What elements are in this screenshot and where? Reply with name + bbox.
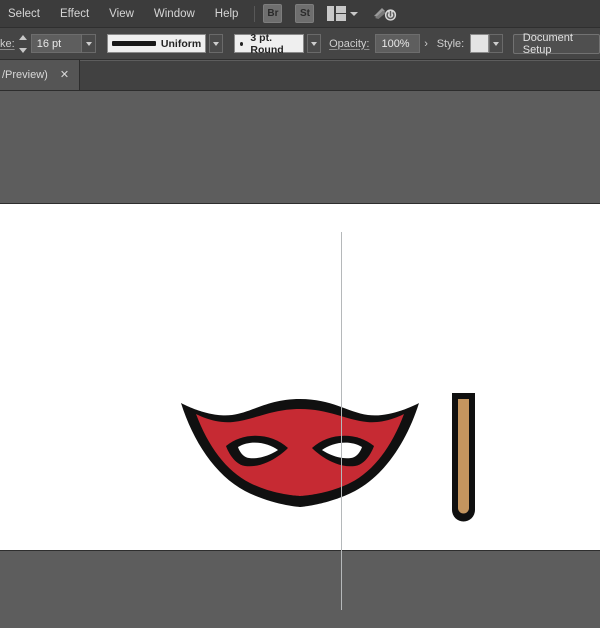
bridge-icon[interactable]: Br — [263, 4, 283, 23]
menu-divider — [254, 5, 256, 22]
stroke-weight-input[interactable]: 16 pt — [30, 34, 83, 53]
arrange-documents-icon[interactable] — [327, 6, 347, 21]
stroke-profile-label: Uniform — [160, 37, 202, 50]
document-workspace[interactable]: 软件自学网 WWW.RJZXW.COM — [0, 91, 600, 628]
illustrator-window: Select Effect View Window Help Br St ke: — [0, 0, 600, 628]
artboard-canvas[interactable] — [0, 203, 600, 551]
cloud-sync-power-icon[interactable] — [372, 4, 398, 24]
style-label: Style: — [436, 37, 465, 50]
opacity-label: Opacity: — [329, 37, 370, 50]
menu-bar: Select Effect View Window Help Br St — [0, 0, 600, 28]
opacity-input[interactable]: 100% — [375, 34, 421, 53]
stroke-profile-dropdown-icon[interactable] — [209, 34, 224, 53]
menu-item-select[interactable]: Select — [0, 0, 50, 28]
brush-definition-select[interactable]: 3 pt. Round — [234, 31, 304, 56]
menu-item-view[interactable]: View — [99, 0, 144, 28]
menu-item-effect[interactable]: Effect — [50, 0, 99, 28]
stroke-profile-select[interactable]: Uniform — [106, 34, 207, 53]
stroke-profile-preview — [111, 41, 156, 46]
menu-item-help[interactable]: Help — [205, 0, 249, 28]
document-tab-bar: /Preview) ✕ — [0, 60, 600, 91]
stroke-weight-label: ke: — [0, 37, 15, 50]
brush-definition-label: 3 pt. Round — [250, 31, 284, 56]
stroke-weight-dropdown-icon[interactable] — [82, 34, 97, 53]
menu-item-window[interactable]: Window — [144, 0, 205, 28]
document-tab-label: /Preview) — [2, 69, 48, 81]
close-icon[interactable]: ✕ — [60, 69, 69, 81]
brush-preview-dot — [240, 41, 244, 46]
chevron-down-icon[interactable] — [350, 11, 359, 16]
stroke-weight-stepper[interactable] — [19, 34, 28, 53]
graphic-style-swatch[interactable] — [470, 34, 489, 53]
document-setup-button[interactable]: Document Setup — [512, 32, 600, 56]
document-tab[interactable]: /Preview) ✕ — [0, 60, 81, 90]
stock-icon[interactable]: St — [295, 4, 315, 23]
opacity-arrow-right-icon[interactable]: › — [420, 34, 431, 53]
control-bar: ke: 16 pt Uniform 3 pt. Round Opacity: 1… — [0, 28, 600, 60]
graphic-style-dropdown-icon[interactable] — [488, 34, 503, 53]
brush-definition-dropdown-icon[interactable] — [306, 34, 321, 53]
